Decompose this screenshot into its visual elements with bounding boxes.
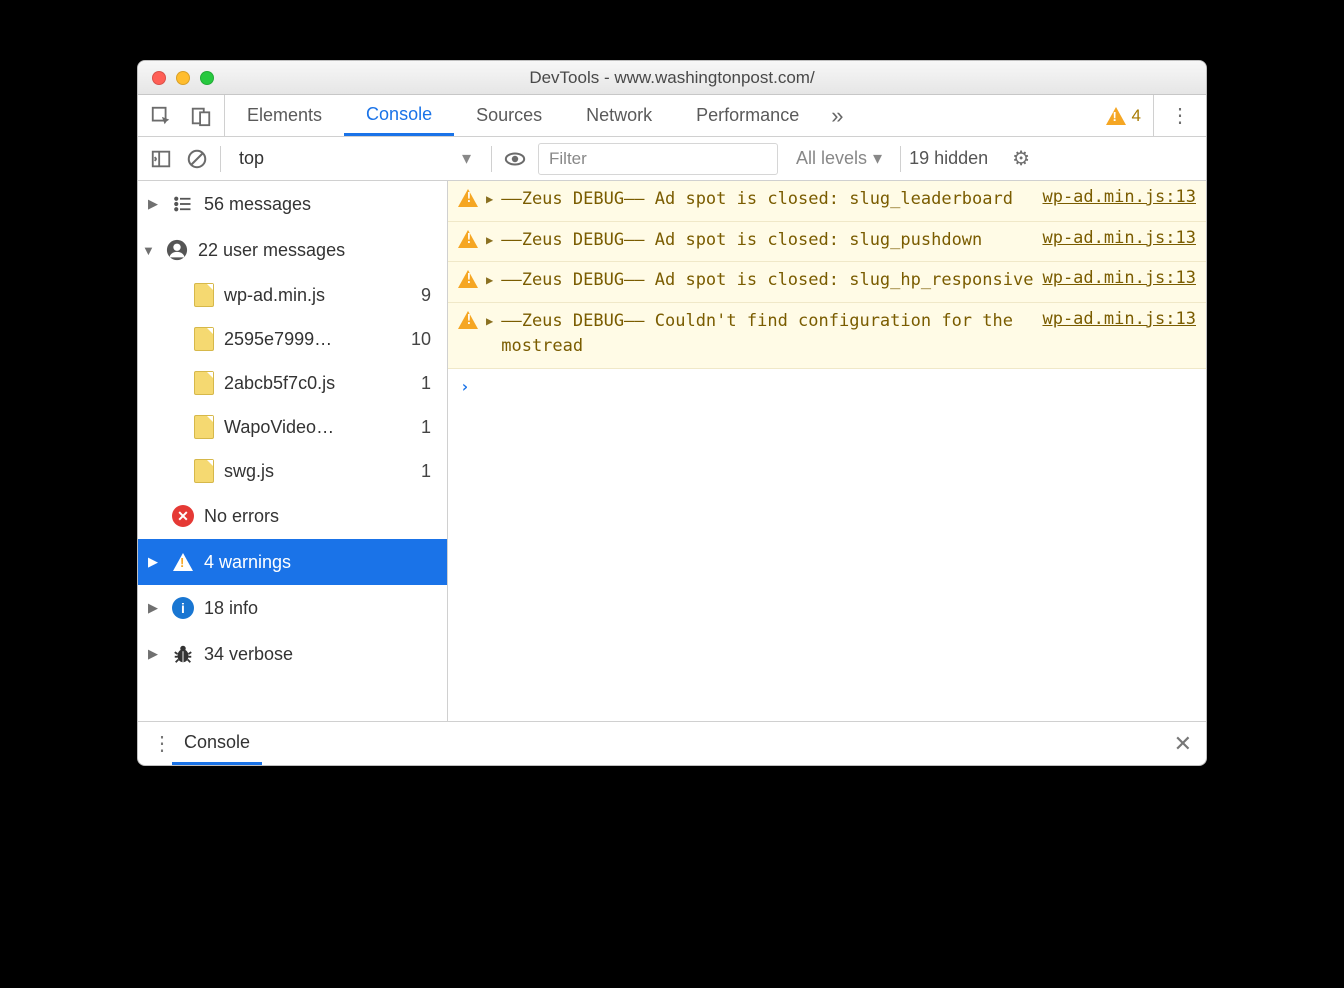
- message-source-link[interactable]: wp-ad.min.js:13: [1042, 268, 1196, 294]
- user-icon: [166, 239, 188, 261]
- console-content: ▶ 56 messages ▼ 22 user messages wp-ad.m…: [138, 181, 1206, 721]
- expand-arrow-icon: ▶: [148, 646, 162, 662]
- live-expression-icon[interactable]: [502, 146, 528, 172]
- toggle-sidebar-icon[interactable]: [148, 146, 174, 172]
- log-levels-select[interactable]: All levels ▾: [788, 148, 890, 169]
- main-tabs: Elements Console Sources Network Perform…: [138, 95, 1206, 137]
- user-messages-files: wp-ad.min.js9 2595e7999…10 2abcb5f7c0.js…: [138, 273, 447, 493]
- console-message[interactable]: ▶ ––Zeus DEBUG–– Couldn't find configura…: [448, 303, 1206, 369]
- file-row[interactable]: WapoVideo…1: [194, 405, 447, 449]
- more-tabs-button[interactable]: »: [821, 95, 853, 136]
- console-toolbar: top ▾ Filter All levels ▾ 19 hidden ⚙: [138, 137, 1206, 181]
- warning-icon: [1106, 107, 1126, 125]
- file-icon: [194, 327, 214, 351]
- warning-icon: [172, 553, 194, 571]
- bug-icon: [172, 643, 194, 665]
- file-row[interactable]: 2595e7999…10: [194, 317, 447, 361]
- device-toolbar-icon[interactable]: [188, 103, 214, 129]
- file-icon: [194, 459, 214, 483]
- issues-warning-badge[interactable]: 4: [1106, 95, 1153, 136]
- console-message[interactable]: ▶ ––Zeus DEBUG–– Ad spot is closed: slug…: [448, 262, 1206, 303]
- info-label: 18 info: [204, 598, 258, 619]
- drawer-tab-console[interactable]: Console: [172, 722, 262, 765]
- tab-performance[interactable]: Performance: [674, 95, 821, 136]
- message-text: ––Zeus DEBUG–– Couldn't find configurati…: [501, 309, 1034, 360]
- sidebar-no-errors[interactable]: ✕ No errors: [138, 493, 447, 539]
- divider: [491, 146, 492, 172]
- message-text: ––Zeus DEBUG–– Ad spot is closed: slug_p…: [501, 228, 1034, 254]
- info-icon: i: [172, 597, 194, 619]
- window-title: DevTools - www.washingtonpost.com/: [138, 68, 1206, 88]
- expand-arrow-icon: ▶: [148, 196, 162, 212]
- console-settings-icon[interactable]: ⚙: [1006, 146, 1030, 171]
- chevron-down-icon: ▾: [462, 148, 471, 169]
- verbose-label: 34 verbose: [204, 644, 293, 665]
- file-row[interactable]: 2abcb5f7c0.js1: [194, 361, 447, 405]
- expand-arrow-icon[interactable]: ▶: [486, 273, 493, 294]
- settings-menu-button[interactable]: ⋮: [1153, 95, 1206, 136]
- warnings-label: 4 warnings: [204, 552, 291, 573]
- expand-arrow-icon: ▶: [148, 554, 162, 570]
- console-message[interactable]: ▶ ––Zeus DEBUG–– Ad spot is closed: slug…: [448, 222, 1206, 263]
- collapse-arrow-icon: ▼: [142, 243, 156, 258]
- levels-label: All levels: [796, 148, 867, 169]
- execution-context-select[interactable]: top ▾: [231, 143, 481, 175]
- filter-input[interactable]: Filter: [538, 143, 778, 175]
- no-errors-label: No errors: [204, 506, 279, 527]
- console-message[interactable]: ▶ ––Zeus DEBUG–– Ad spot is closed: slug…: [448, 181, 1206, 222]
- message-source-link[interactable]: wp-ad.min.js:13: [1042, 187, 1196, 213]
- drawer-menu-icon[interactable]: ⋮: [152, 731, 172, 756]
- expand-arrow-icon: ▶: [148, 600, 162, 616]
- tab-tools: [138, 95, 225, 136]
- hidden-count[interactable]: 19 hidden: [900, 146, 996, 172]
- list-icon: [172, 195, 194, 213]
- titlebar: DevTools - www.washingtonpost.com/: [138, 61, 1206, 95]
- warning-icon: [458, 270, 478, 294]
- divider: [220, 146, 221, 172]
- sidebar-user-messages[interactable]: ▼ 22 user messages: [138, 227, 447, 273]
- file-row[interactable]: swg.js1: [194, 449, 447, 493]
- warning-count: 4: [1132, 106, 1141, 126]
- error-icon: ✕: [172, 505, 194, 527]
- tab-console[interactable]: Console: [344, 95, 454, 136]
- devtools-window: DevTools - www.washingtonpost.com/ Eleme…: [137, 60, 1207, 766]
- tab-network[interactable]: Network: [564, 95, 674, 136]
- warning-icon: [458, 230, 478, 254]
- tab-elements[interactable]: Elements: [225, 95, 344, 136]
- message-source-link[interactable]: wp-ad.min.js:13: [1042, 309, 1196, 360]
- expand-arrow-icon[interactable]: ▶: [486, 192, 493, 213]
- message-source-link[interactable]: wp-ad.min.js:13: [1042, 228, 1196, 254]
- messages-label: 56 messages: [204, 194, 311, 215]
- chevron-down-icon: ▾: [873, 148, 882, 169]
- file-icon: [194, 415, 214, 439]
- context-label: top: [239, 148, 264, 169]
- message-text: ––Zeus DEBUG–– Ad spot is closed: slug_h…: [501, 268, 1034, 294]
- warning-icon: [458, 189, 478, 213]
- user-messages-label: 22 user messages: [198, 240, 345, 261]
- filter-placeholder: Filter: [549, 149, 587, 169]
- message-text: ––Zeus DEBUG–– Ad spot is closed: slug_l…: [501, 187, 1034, 213]
- drawer: ⋮ Console ✕: [138, 721, 1206, 765]
- sidebar-all-messages[interactable]: ▶ 56 messages: [138, 181, 447, 227]
- inspect-element-icon[interactable]: [148, 103, 174, 129]
- file-row[interactable]: wp-ad.min.js9: [194, 273, 447, 317]
- expand-arrow-icon[interactable]: ▶: [486, 314, 493, 360]
- close-drawer-icon[interactable]: ✕: [1174, 731, 1192, 757]
- sidebar-warnings[interactable]: ▶ 4 warnings: [138, 539, 447, 585]
- file-icon: [194, 283, 214, 307]
- expand-arrow-icon[interactable]: ▶: [486, 233, 493, 254]
- console-sidebar: ▶ 56 messages ▼ 22 user messages wp-ad.m…: [138, 181, 448, 721]
- warning-icon: [458, 311, 478, 360]
- file-icon: [194, 371, 214, 395]
- tab-sources[interactable]: Sources: [454, 95, 564, 136]
- console-messages: ▶ ––Zeus DEBUG–– Ad spot is closed: slug…: [448, 181, 1206, 721]
- sidebar-verbose[interactable]: ▶ 34 verbose: [138, 631, 447, 677]
- clear-console-icon[interactable]: [184, 146, 210, 172]
- console-prompt[interactable]: ›: [448, 369, 1206, 404]
- sidebar-info[interactable]: ▶ i 18 info: [138, 585, 447, 631]
